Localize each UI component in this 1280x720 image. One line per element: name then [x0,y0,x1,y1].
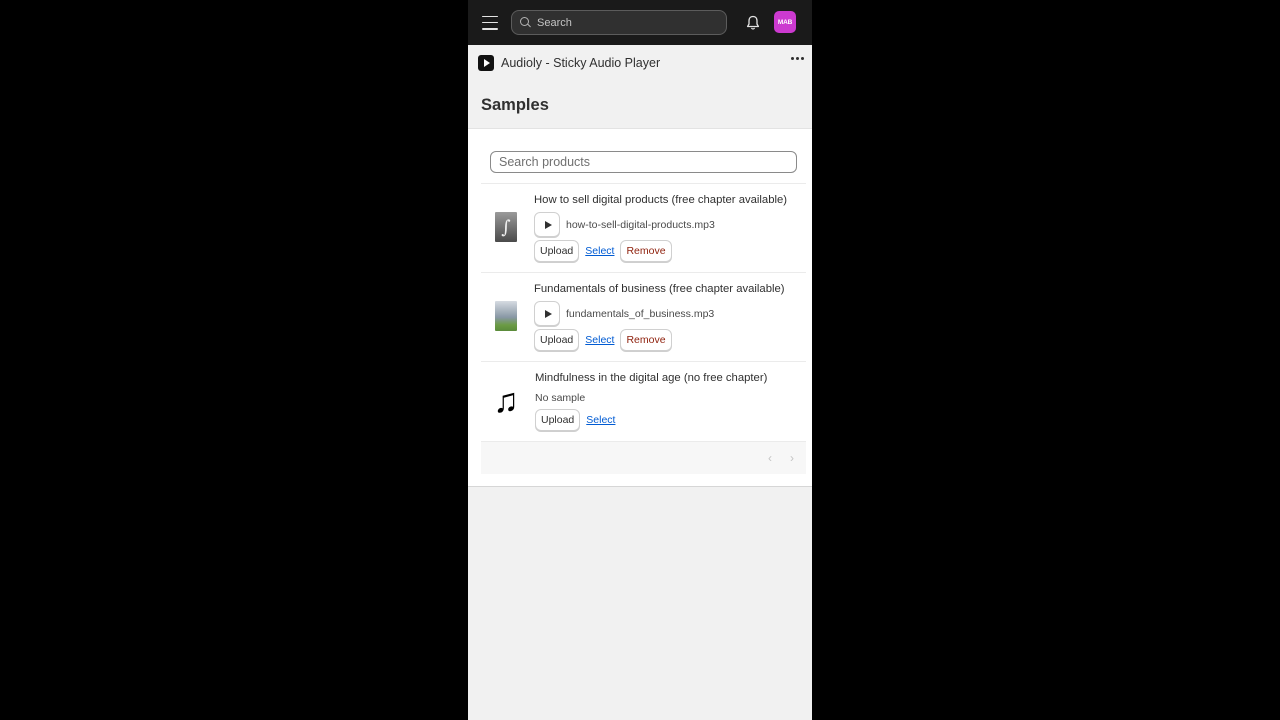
list-item: ♫ Mindfulness in the digital age (no fre… [481,362,806,442]
product-search-input[interactable]: Search products [490,151,797,173]
chevron-left-icon[interactable]: ‹ [768,451,772,465]
product-title: How to sell digital products (free chapt… [534,194,788,206]
pagination: ‹ › [481,442,806,474]
list-item: ∫ How to sell digital products (free cha… [481,184,806,273]
sample-filename: fundamentals_of_business.mp3 [566,307,715,320]
book-cover-image: ∫ [495,212,517,242]
search-icon [520,17,531,28]
sample-filename: how-to-sell-digital-products.mp3 [566,218,715,231]
play-button[interactable] [534,301,560,326]
app-title: Audioly - Sticky Audio Player [501,55,661,70]
product-title: Mindfulness in the digital age (no free … [535,372,768,384]
samples-card: Search products ∫ How to sell digital pr… [468,128,812,487]
product-search-placeholder: Search products [499,155,591,169]
top-bar: Search MAB [468,0,812,45]
list-item: Fundamentals of business (free chapter a… [481,273,806,362]
page-title: Samples [481,96,549,114]
upload-button[interactable]: Upload [534,240,580,262]
app-logo-icon [478,54,494,71]
remove-button[interactable]: Remove [620,329,672,351]
upload-button[interactable]: Upload [534,329,580,351]
menu-icon[interactable] [482,15,498,30]
more-actions-icon[interactable] [791,57,804,60]
remove-button[interactable]: Remove [620,240,672,262]
product-list: ∫ How to sell digital products (free cha… [481,183,806,442]
global-search-input[interactable]: Search [511,10,727,35]
music-note-icon: ♫ [490,384,522,418]
product-title: Fundamentals of business (free chapter a… [534,283,785,295]
building-image [495,301,517,331]
chevron-right-icon[interactable]: › [790,451,794,465]
select-link[interactable]: Select [585,245,614,257]
bell-icon[interactable] [746,15,760,31]
avatar[interactable]: MAB [774,11,796,33]
select-link[interactable]: Select [586,414,615,426]
play-button[interactable] [534,212,560,237]
no-sample-status: No sample [535,392,586,404]
upload-button[interactable]: Upload [535,409,581,431]
search-placeholder: Search [537,16,572,29]
app-header: Audioly - Sticky Audio Player [468,45,812,80]
select-link[interactable]: Select [585,334,614,346]
mobile-viewport: Search MAB Audioly - Sticky Audio Player… [468,0,812,720]
